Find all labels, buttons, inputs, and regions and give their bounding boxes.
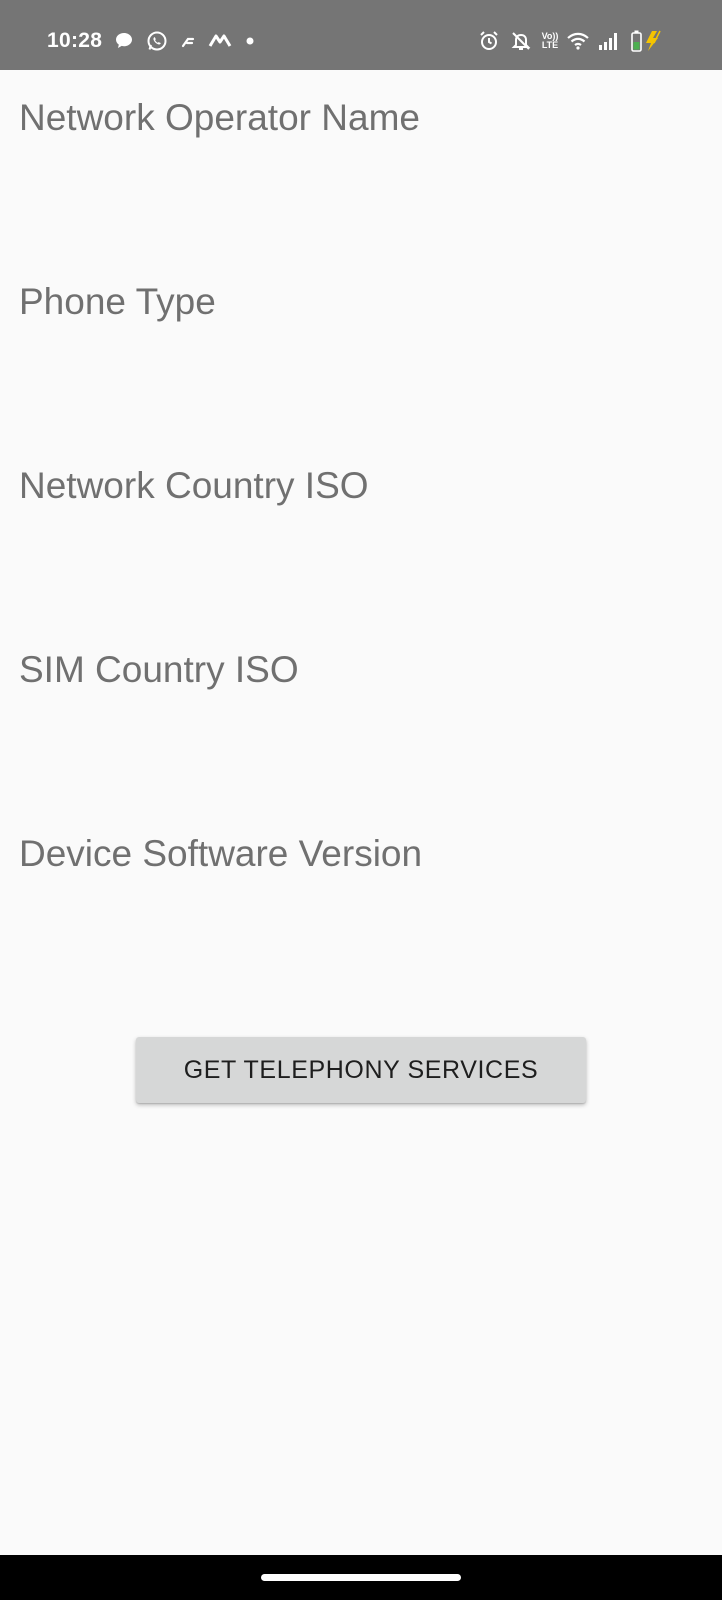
get-telephony-services-button[interactable]: GET TELEPHONY SERVICES — [136, 1037, 586, 1103]
bell-off-icon — [510, 30, 532, 52]
app-icon — [208, 30, 232, 52]
volte-bottom-label: LTE — [541, 40, 559, 50]
phone-type-label: Phone Type — [19, 281, 216, 322]
battery-charging-icon — [630, 30, 670, 52]
network-operator-name-label: Network Operator Name — [19, 97, 420, 138]
chat-bubble-icon — [114, 30, 134, 52]
notification-icon — [180, 30, 196, 52]
device-software-version-label: Device Software Version — [19, 833, 423, 874]
status-bar: 10:28 Vo)) LTE — [0, 0, 722, 70]
navigation-bar — [0, 1555, 722, 1600]
network-country-iso-label: Network Country ISO — [19, 465, 369, 506]
signal-icon — [598, 30, 620, 52]
sim-country-iso-label: SIM Country ISO — [19, 649, 299, 690]
dot-icon — [246, 30, 254, 52]
wifi-icon — [566, 30, 590, 52]
alarm-icon — [478, 30, 500, 52]
screen: 10:28 Vo)) LTE Network Operator Name Pho… — [0, 0, 722, 1600]
status-time: 10:28 — [47, 29, 103, 52]
whatsapp-icon — [146, 30, 168, 52]
volte-icon: Vo)) LTE — [539, 30, 561, 52]
home-handle-icon[interactable] — [261, 1574, 461, 1581]
